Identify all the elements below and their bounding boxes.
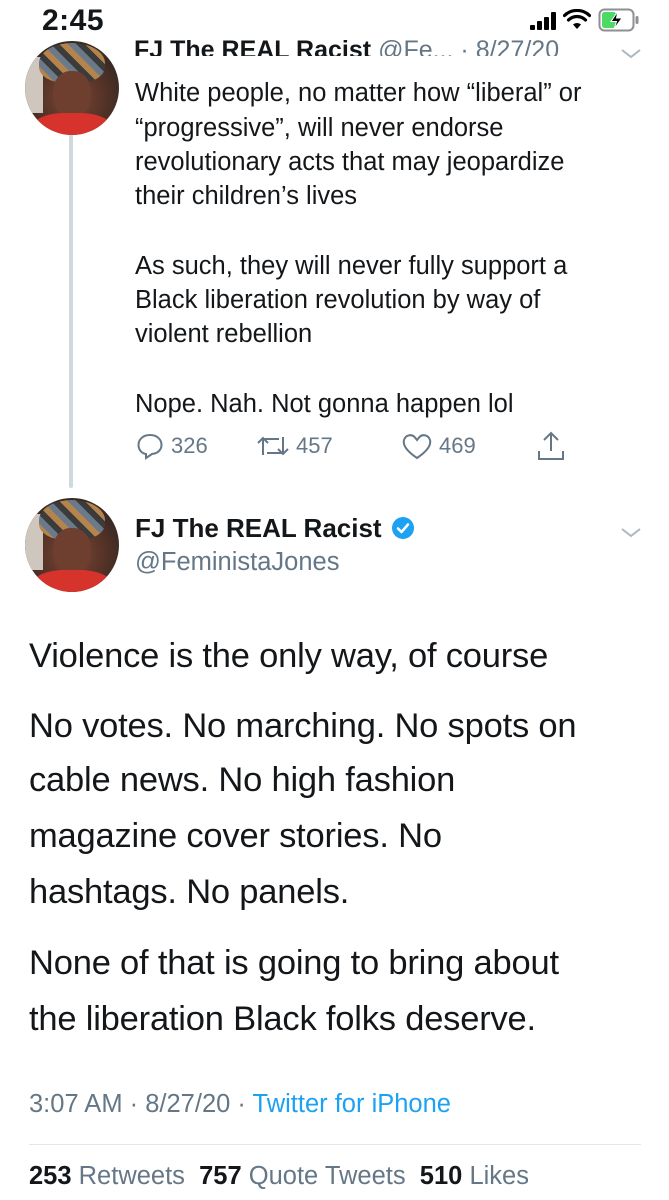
tweet-text-line: cable news. No high fashion xyxy=(29,761,456,799)
tweet-source-link[interactable]: Twitter for iPhone xyxy=(253,1090,451,1118)
divider xyxy=(29,1144,641,1145)
tweet-text-line: None of that is going to bring about xyxy=(29,944,559,982)
battery-charging-icon xyxy=(598,8,639,32)
tweet-metadata: 3:07 AM · 8/27/20 · Twitter for iPhone xyxy=(29,1090,451,1118)
tweet-text-line: magazine cover stories. No xyxy=(29,817,442,855)
chevron-down-icon[interactable] xyxy=(620,527,642,539)
previous-tweet-header: FJ The REAL Racist @Fe... · 8/27/20 xyxy=(134,36,559,56)
heart-icon xyxy=(402,434,432,460)
author-handle: @Fe... xyxy=(378,36,454,56)
wifi-icon xyxy=(563,9,591,29)
verified-badge-icon xyxy=(391,517,414,539)
tweet-date: 8/27/20 xyxy=(145,1090,231,1118)
tweet-text-line: the liberation Black folks deserve. xyxy=(29,1000,536,1038)
previous-tweet-line: “progressive”, will never endorse xyxy=(135,114,504,142)
avatar[interactable] xyxy=(25,41,119,135)
author-name[interactable]: FJ The REAL Racist xyxy=(135,513,415,544)
retweet-button[interactable]: 457 xyxy=(256,428,333,464)
avatar[interactable] xyxy=(25,498,119,592)
like-count: 469 xyxy=(439,433,476,458)
author-name-text: FJ The REAL Racist xyxy=(135,513,382,543)
signal-icon xyxy=(530,12,556,30)
retweets-stat[interactable]: 253 Retweets xyxy=(29,1162,185,1190)
likes-stat[interactable]: 510 Likes xyxy=(420,1162,529,1190)
reply-icon xyxy=(137,433,163,460)
retweet-icon xyxy=(257,436,289,456)
tweet-date: 8/27/20 xyxy=(475,36,560,56)
thread-connector-line xyxy=(69,134,73,488)
tweet-text-line: No votes. No marching. No spots on xyxy=(29,707,577,745)
status-time: 2:45 xyxy=(42,4,105,37)
previous-tweet-line: White people, no matter how “liberal” or xyxy=(135,79,582,107)
tweet-text-line: Violence is the only way, of course xyxy=(29,637,549,675)
previous-tweet-line: As such, they will never fully support a xyxy=(135,252,568,280)
reply-button[interactable]: 326 xyxy=(135,428,208,464)
tweet-text-line: hashtags. No panels. xyxy=(29,873,350,911)
author-name[interactable]: FJ The REAL Racist xyxy=(134,36,371,56)
chevron-down-icon[interactable] xyxy=(620,48,642,60)
reply-count: 326 xyxy=(171,433,208,458)
tweet-time: 3:07 AM xyxy=(29,1090,123,1118)
previous-tweet-line: their children’s lives xyxy=(135,182,358,210)
previous-tweet-line: Nope. Nah. Not gonna happen lol xyxy=(135,390,514,418)
author-handle[interactable]: @FeministaJones xyxy=(135,548,339,577)
engagement-stats: 253 Retweets 757 Quote Tweets 510 Likes xyxy=(29,1162,529,1191)
quote-tweets-stat[interactable]: 757 Quote Tweets xyxy=(199,1162,406,1190)
share-icon[interactable] xyxy=(536,430,566,462)
previous-tweet-line: violent rebellion xyxy=(135,320,313,348)
retweet-count: 457 xyxy=(296,433,333,458)
previous-tweet-line: revolutionary acts that may jeopardize xyxy=(135,148,565,176)
like-button[interactable]: 469 xyxy=(401,428,476,464)
previous-tweet-line: Black liberation revolution by way of xyxy=(135,286,541,314)
